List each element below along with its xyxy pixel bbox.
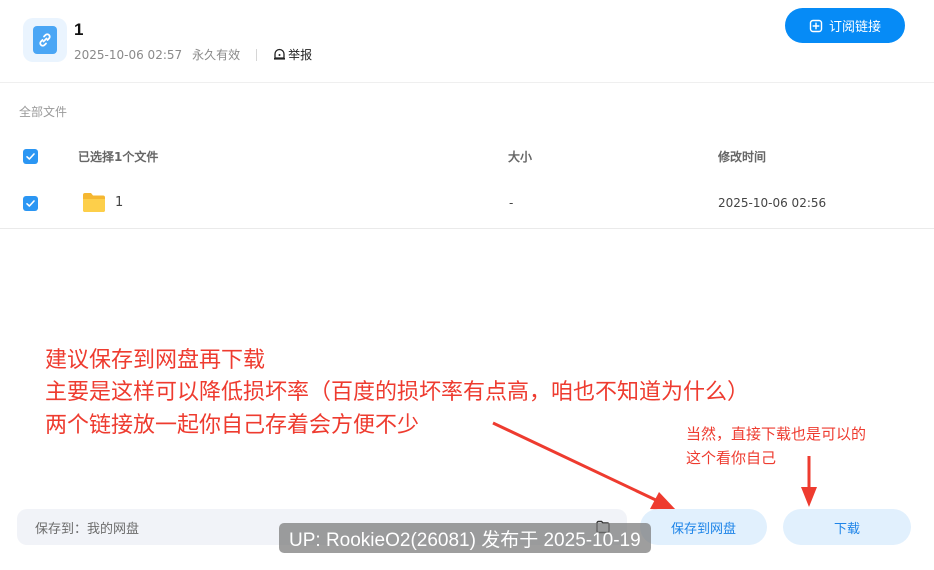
watermark: UP: RookieO2(26081) 发布于 2025-10-19: [279, 523, 651, 553]
save-destination-label: 保存到：我的网盘: [35, 521, 140, 537]
save-to-netdisk-button[interactable]: 保存到网盘: [640, 509, 767, 545]
annotation-arrows: [492, 421, 817, 510]
arrow-icon: [801, 456, 817, 507]
arrow-icon: [492, 421, 676, 510]
download-button[interactable]: 下载: [783, 509, 911, 545]
